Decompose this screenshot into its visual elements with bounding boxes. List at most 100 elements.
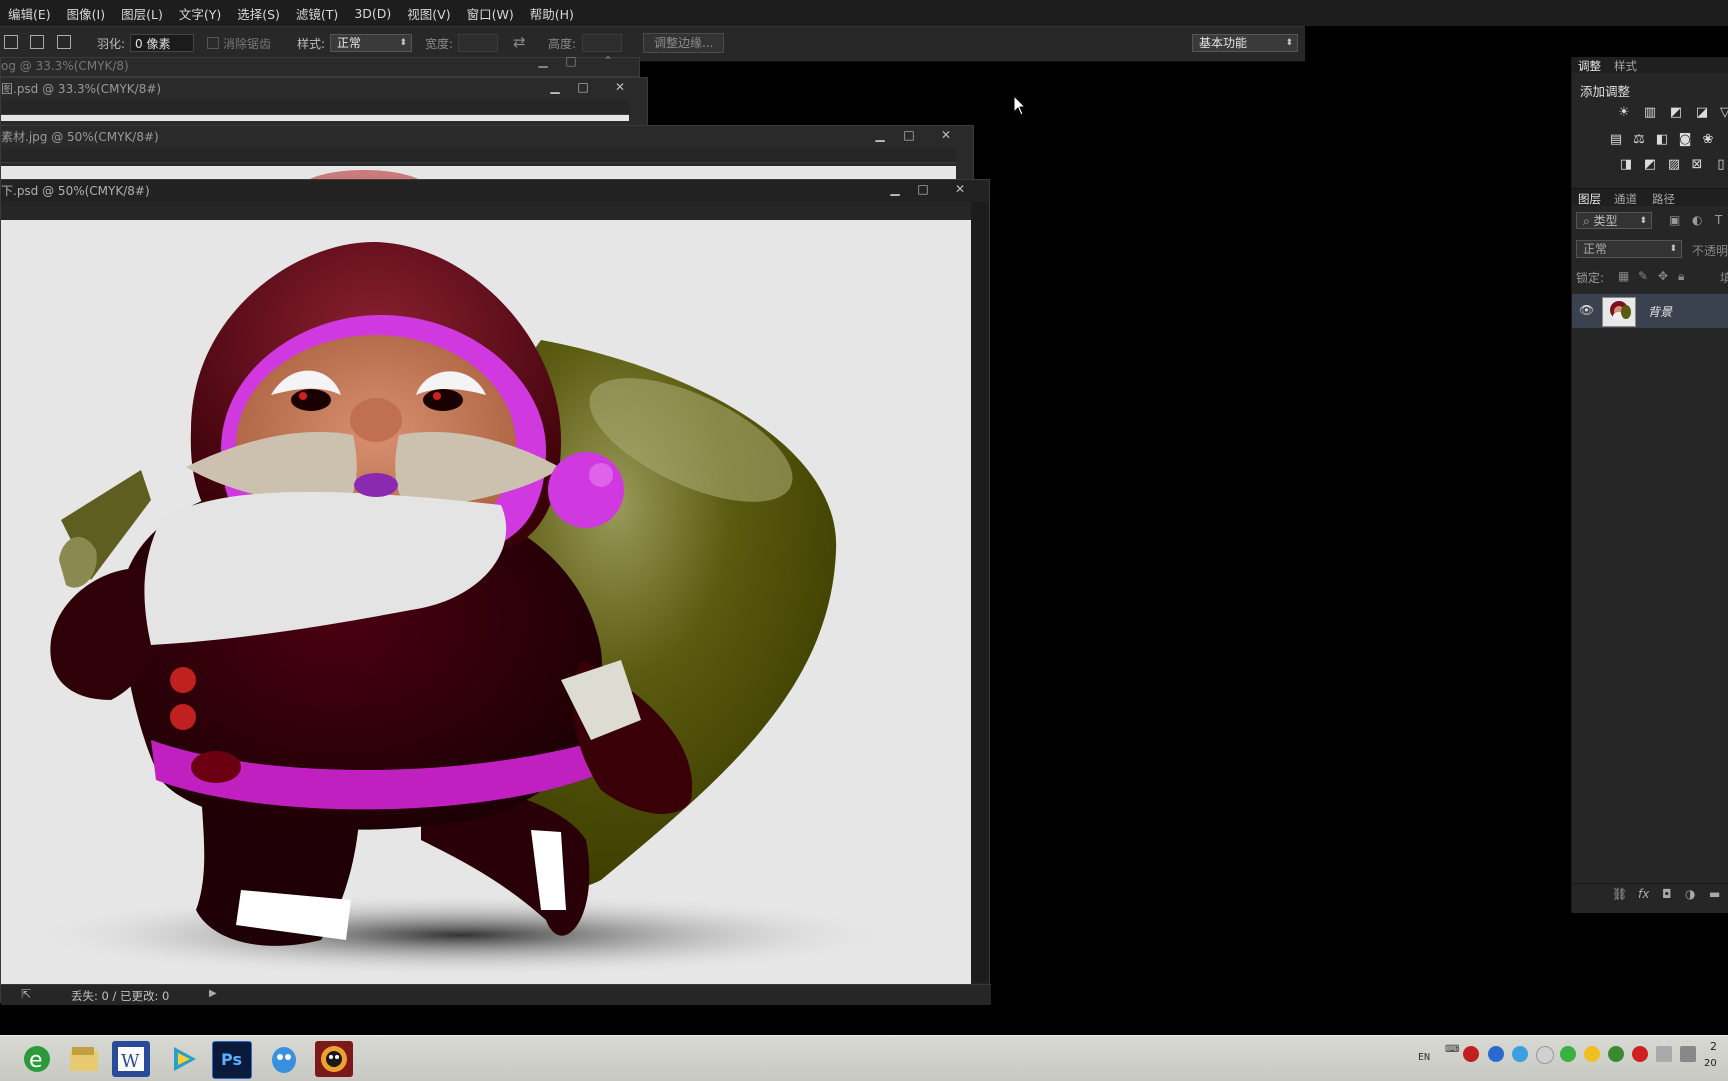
feather-input[interactable]: 0 像素 — [130, 34, 194, 52]
menu-filter[interactable]: 滤镜(T) — [288, 4, 346, 23]
width-input[interactable] — [458, 34, 498, 52]
fx-icon[interactable]: fx — [1638, 887, 1649, 901]
posterize-icon[interactable]: ◩ — [1642, 157, 1658, 173]
new-group-icon[interactable]: ▬ — [1709, 887, 1720, 901]
menu-window[interactable]: 窗口(W) — [459, 4, 522, 23]
lock-transparent-icon[interactable]: ▦ — [1618, 269, 1629, 283]
new-selection-icon[interactable] — [4, 35, 18, 49]
export-icon[interactable]: ⇱ — [21, 987, 31, 1001]
clock-date[interactable]: 20 — [1704, 1058, 1717, 1069]
adjustment-filter-icon[interactable]: ◐ — [1692, 213, 1702, 227]
ie-icon[interactable]: e — [18, 1041, 56, 1077]
menu-layer[interactable]: 图层(L) — [113, 4, 171, 23]
maximize-icon[interactable]: □ — [897, 128, 921, 142]
swap-icon[interactable]: ⇄ — [513, 33, 526, 51]
tray-update-icon[interactable] — [1584, 1046, 1600, 1062]
menu-view[interactable]: 视图(V) — [399, 4, 458, 23]
menu-help[interactable]: 帮助(H) — [522, 4, 582, 23]
add-mask-icon[interactable]: ◘ — [1662, 887, 1672, 901]
layer-filter-select[interactable]: ⌕ 类型 ⬍ — [1576, 212, 1652, 229]
tab-channels[interactable]: 通道 — [1614, 191, 1637, 207]
exposure-icon[interactable]: ◪ — [1694, 105, 1710, 121]
add-selection-icon[interactable] — [30, 35, 44, 49]
workspace-select[interactable]: 基本功能 ⬍ — [1192, 34, 1298, 52]
pixel-filter-icon[interactable]: ▣ — [1669, 213, 1680, 227]
lock-position-icon[interactable]: ✥ — [1658, 269, 1668, 283]
tray-player-icon[interactable] — [1560, 1046, 1576, 1062]
maximize-icon[interactable]: □ — [911, 182, 935, 196]
channel-mixer-icon[interactable]: ❀ — [1700, 132, 1716, 148]
collapse-icon[interactable]: ⌃ — [596, 54, 620, 68]
horizontal-ruler — [1, 202, 971, 221]
tab-adjustments[interactable]: 调整 — [1578, 58, 1601, 74]
word-icon[interactable]: W — [112, 1041, 150, 1077]
selective-color-icon[interactable]: ⊠ — [1689, 157, 1705, 173]
gradient-map-icon[interactable]: ▯ — [1713, 157, 1728, 173]
brightness-contrast-icon[interactable]: ☀ — [1616, 105, 1632, 121]
app-icon[interactable] — [315, 1041, 353, 1077]
minimize-icon[interactable]: ▁ — [868, 128, 892, 142]
document-window-1[interactable]: og @ 33.3%(CMYK/8) ▁ □ ⌃ — [0, 54, 640, 77]
canvas[interactable] — [1, 220, 971, 984]
refine-edge-button[interactable]: 调整边缘... — [643, 33, 725, 53]
menu-image[interactable]: 图像(I) — [59, 4, 113, 23]
new-adjustment-icon[interactable]: ◑ — [1685, 887, 1695, 901]
antialias-checkbox[interactable] — [207, 37, 219, 49]
threshold-icon[interactable]: ▨ — [1666, 157, 1682, 173]
minimize-icon[interactable]: ▁ — [883, 182, 907, 196]
maximize-icon[interactable]: □ — [571, 80, 595, 94]
input-method-icon[interactable]: ⌨ — [1445, 1044, 1459, 1055]
tray-bell-icon[interactable] — [1536, 1046, 1554, 1064]
close-icon[interactable]: ✕ — [608, 80, 632, 94]
maximize-icon[interactable]: □ — [559, 54, 583, 68]
volume-icon[interactable] — [1656, 1046, 1672, 1062]
color-balance-icon[interactable]: ⚖ — [1631, 132, 1647, 148]
vibrance-icon[interactable]: ▽ — [1717, 105, 1728, 121]
document-window-3[interactable]: 素材.jpg @ 50%(CMYK/8#) ▁ □ ✕ — [0, 125, 974, 186]
explorer-icon[interactable] — [64, 1041, 102, 1077]
tray-stop-icon[interactable] — [1632, 1046, 1648, 1062]
minimize-icon[interactable]: ▁ — [531, 54, 555, 68]
menu-edit[interactable]: 编辑(E) — [0, 4, 59, 23]
style-select[interactable]: 正常 ⬍ — [330, 34, 412, 52]
type-filter-icon[interactable]: T — [1715, 213, 1722, 227]
monitor-icon[interactable] — [1680, 1046, 1696, 1062]
menu-select[interactable]: 选择(S) — [229, 4, 288, 23]
close-icon[interactable]: ✕ — [934, 128, 958, 142]
lock-all-icon[interactable]: 🔒︎ — [1678, 269, 1684, 284]
clock-time[interactable]: 2 — [1710, 1040, 1717, 1053]
blend-mode-select[interactable]: 正常 ⬍ — [1576, 240, 1682, 258]
invert-icon[interactable]: ◨ — [1618, 157, 1634, 173]
height-input[interactable] — [582, 34, 622, 52]
status-menu-arrow-icon[interactable]: ▶ — [209, 988, 217, 999]
minimize-icon[interactable]: ▁ — [543, 80, 567, 94]
tab-styles[interactable]: 样式 — [1614, 58, 1637, 74]
black-white-icon[interactable]: ◧ — [1654, 132, 1670, 148]
tray-security-icon[interactable] — [1463, 1046, 1479, 1062]
hue-saturation-icon[interactable]: ▤ — [1608, 132, 1624, 148]
canvas-strip — [1, 115, 629, 121]
tray-qq-icon[interactable] — [1512, 1046, 1528, 1062]
close-icon[interactable]: ✕ — [948, 182, 972, 196]
photoshop-icon[interactable]: Ps — [212, 1041, 252, 1079]
link-layers-icon[interactable]: ⛓ — [1612, 887, 1627, 901]
lock-image-icon[interactable]: ✎ — [1638, 269, 1648, 283]
tray-network-icon[interactable] — [1488, 1046, 1504, 1062]
document-window-4[interactable]: 下.psd @ 50%(CMYK/8#) ▁ □ ✕ ⇱ 丢失: 0 / 已更改… — [0, 179, 991, 1005]
levels-icon[interactable]: ▥ — [1642, 105, 1658, 121]
language-indicator[interactable]: EN — [1418, 1052, 1430, 1063]
intersect-selection-icon[interactable] — [57, 35, 71, 49]
curves-icon[interactable]: ◩ — [1668, 105, 1684, 121]
tab-layers[interactable]: 图层 — [1578, 191, 1601, 207]
tab-paths[interactable]: 路径 — [1652, 191, 1675, 207]
menu-3d[interactable]: 3D(D) — [346, 6, 399, 21]
tray-shield-icon[interactable] — [1608, 1046, 1624, 1062]
photo-filter-icon[interactable]: ◙ — [1677, 132, 1693, 148]
layer-row[interactable]: 👁︎ 背景 — [1572, 294, 1728, 328]
style-select-value: 正常 — [337, 36, 362, 50]
eye-icon[interactable]: 👁︎ — [1579, 303, 1594, 317]
menu-type[interactable]: 文字(Y) — [171, 4, 229, 23]
media-player-icon[interactable] — [164, 1041, 202, 1077]
vertical-scrollbar[interactable] — [971, 202, 989, 982]
qq-icon[interactable] — [265, 1041, 303, 1077]
